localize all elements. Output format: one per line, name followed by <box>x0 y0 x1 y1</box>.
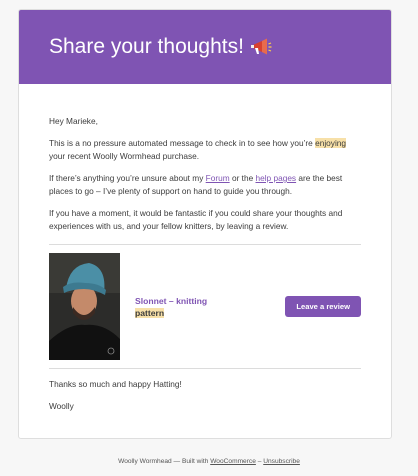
product-name[interactable]: Slonnet – knitting pattern <box>135 295 255 319</box>
paragraph-review-request: If you have a moment, it would be fantas… <box>49 208 343 231</box>
unsubscribe-link[interactable]: Unsubscribe <box>263 458 300 465</box>
intro-text-a: This is a no pressure automated message … <box>49 138 316 148</box>
product-name-line2: pattern <box>135 307 165 318</box>
email-footer: Woolly Wormhead — Built with WooCommerce… <box>0 458 418 465</box>
knitted-hat-model-photo <box>49 253 120 360</box>
help-text-b: or the <box>229 173 256 183</box>
highlighted-word: enjoying <box>315 138 347 148</box>
divider-bottom <box>49 368 361 369</box>
product-photo <box>49 253 120 360</box>
greeting: Hey Marieke, <box>49 116 98 126</box>
megaphone-icon <box>250 38 272 55</box>
woocommerce-link[interactable]: WooCommerce <box>210 458 256 465</box>
forum-link[interactable]: Forum <box>206 173 230 183</box>
leave-review-button[interactable]: Leave a review <box>285 296 361 317</box>
header-title-text: Share your thoughts! <box>49 35 244 58</box>
footer-prefix: Woolly Wormhead — Built with <box>118 458 211 465</box>
paragraph-help: If there’s anything you’re unsure about … <box>49 172 361 198</box>
product-name-line1: Slonnet – knitting <box>135 295 208 306</box>
signature: Woolly <box>49 401 74 411</box>
product-row: Slonnet – knitting pattern Leave a revie… <box>49 245 361 368</box>
intro-text-b: your recent Woolly Wormhead purchase. <box>49 151 200 161</box>
help-text-a: If there’s anything you’re unsure about … <box>49 173 206 183</box>
paragraph-intro: This is a no pressure automated message … <box>49 137 361 163</box>
closing-line: Thanks so much and happy Hatting! <box>49 379 182 389</box>
email-header: Share your thoughts! <box>19 10 391 84</box>
email-title: Share your thoughts! <box>49 35 272 59</box>
email-card: Share your thoughts! Hey Marieke, This i… <box>18 9 392 439</box>
email-body: Hey Marieke, This is a no pressure autom… <box>19 84 391 413</box>
help-pages-link[interactable]: help pages <box>255 173 296 183</box>
